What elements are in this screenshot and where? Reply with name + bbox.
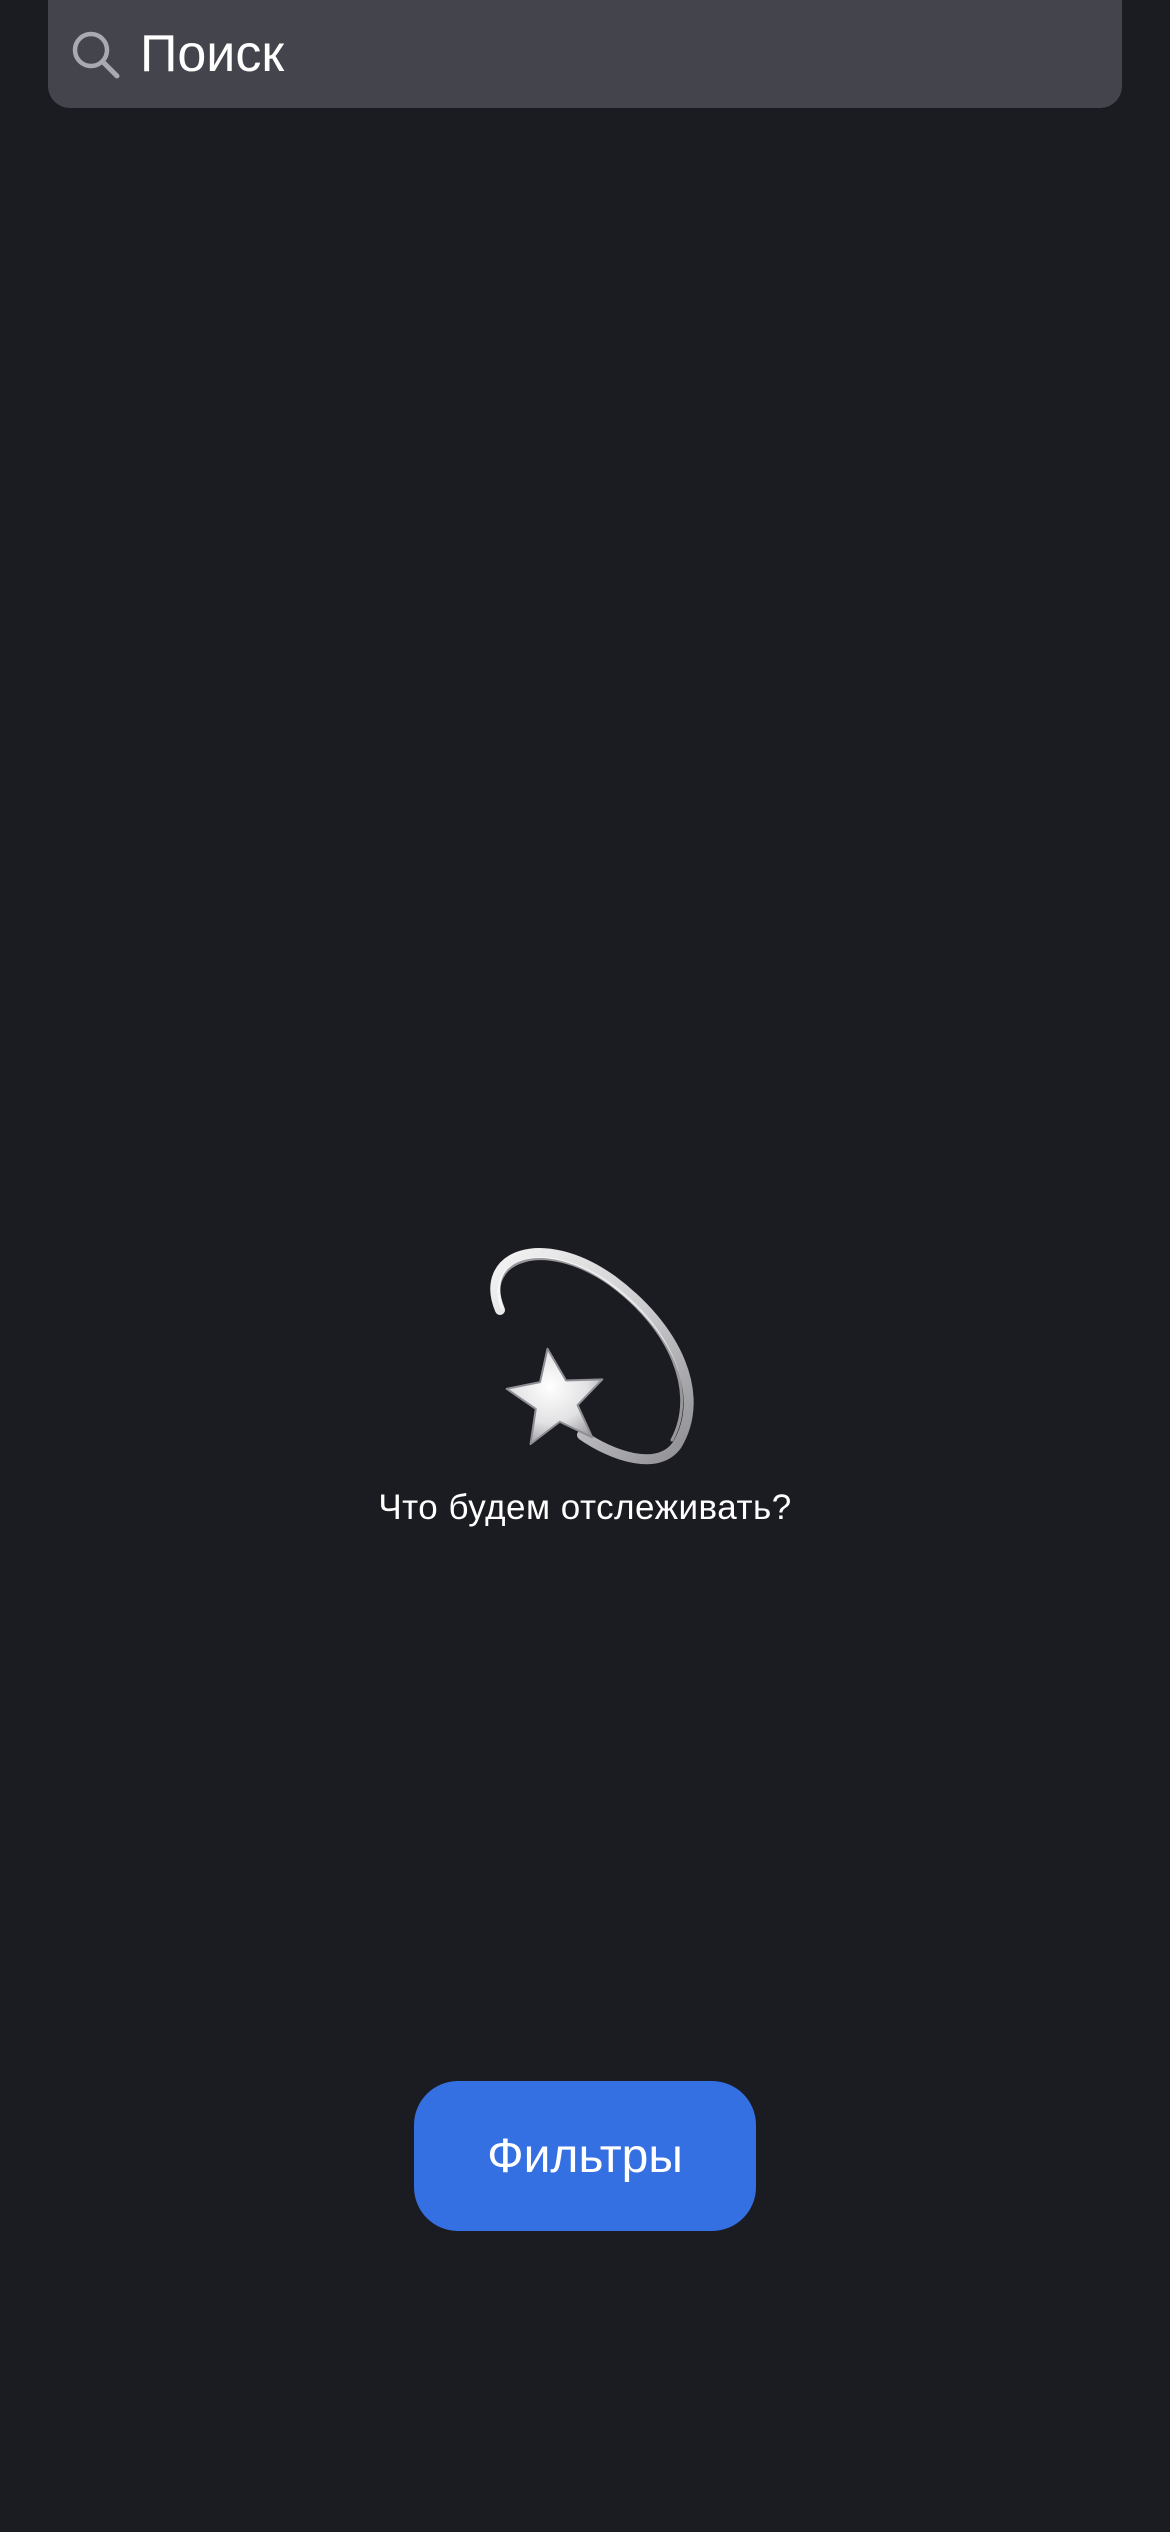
search-bar[interactable] [48,0,1122,108]
empty-state: Что будем отслеживать? [0,1220,1170,1528]
search-icon [70,29,122,81]
dizzy-star-icon [490,1248,694,1465]
search-input[interactable] [140,0,1122,108]
empty-state-title: Что будем отслеживать? [378,1488,792,1527]
filters-button[interactable]: Фильтры [414,2081,756,2231]
